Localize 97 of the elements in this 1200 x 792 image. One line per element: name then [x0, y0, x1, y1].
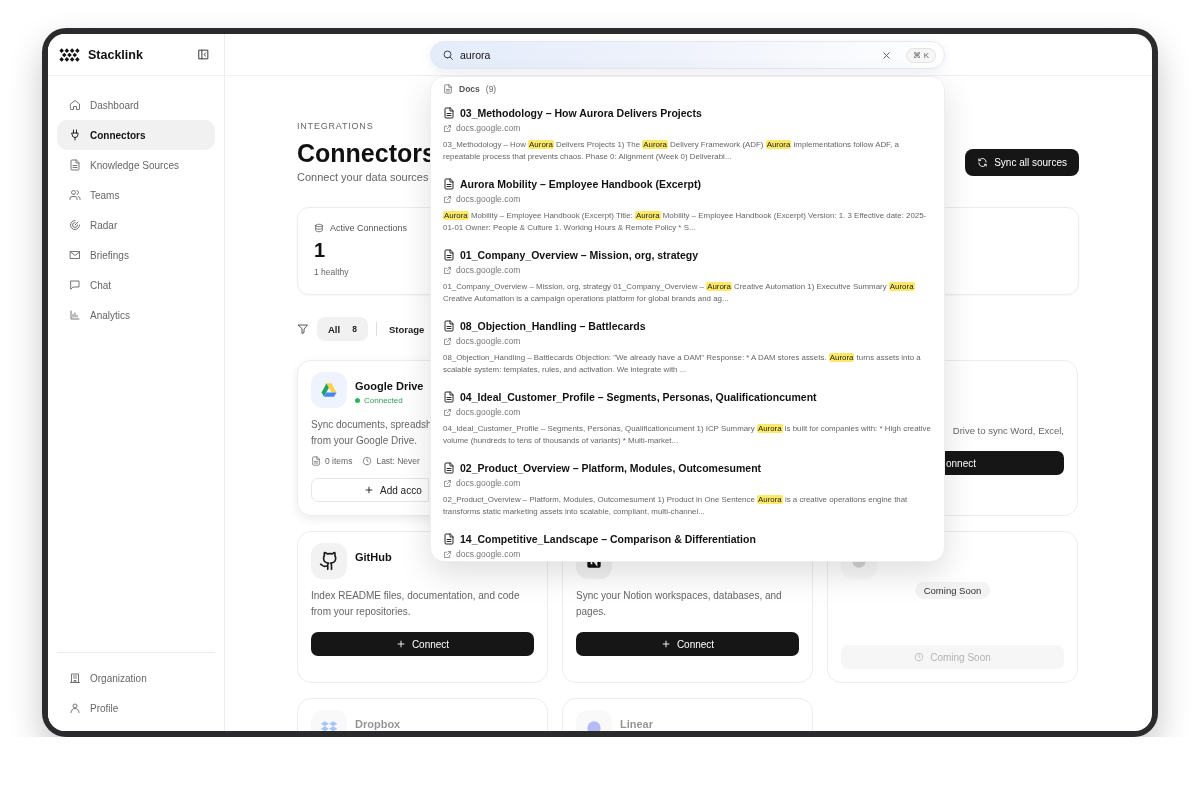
- plug-icon: [69, 129, 81, 141]
- connect-button[interactable]: onnect: [944, 451, 1064, 475]
- shortcut-hint: ⌘ K: [906, 47, 936, 63]
- person-icon: [69, 702, 81, 714]
- document-icon: [443, 320, 455, 332]
- stat-label: Active Connections: [330, 223, 408, 233]
- document-icon: [443, 83, 453, 94]
- external-link-icon: [443, 194, 452, 204]
- document-icon: [443, 107, 455, 119]
- sync-icon: [977, 157, 989, 168]
- external-link-icon: [443, 123, 452, 133]
- logo-icon: [59, 47, 80, 62]
- database-icon: [314, 223, 324, 233]
- result-title[interactable]: 08_Objection_Handling – Battlecards: [460, 320, 646, 332]
- result-count: (9): [485, 83, 497, 94]
- connect-button[interactable]: Connect: [576, 632, 799, 656]
- status-label: Connected: [364, 396, 403, 405]
- chat-bubble-icon: [69, 279, 81, 291]
- document-icon: [443, 178, 455, 190]
- external-link-icon: [443, 265, 452, 275]
- plus-icon: [660, 639, 671, 649]
- connector-name: Google Drive: [355, 380, 424, 392]
- filter-icon: [297, 323, 309, 335]
- page-title: Connectors: [297, 138, 436, 168]
- result-title[interactable]: Aurora Mobility – Employee Handbook (Excerpt): [460, 178, 701, 190]
- envelope-icon: [69, 249, 81, 261]
- panel-toggle-icon: [197, 48, 210, 61]
- nav-item[interactable]: Connectors: [57, 120, 215, 150]
- connector-description: Drive to sync Word, Excel,: [952, 424, 1064, 438]
- result-source: docs.google.com: [456, 123, 521, 133]
- nav-item[interactable]: Analytics: [57, 300, 215, 330]
- google-drive-logo: [311, 372, 347, 408]
- meta-text: 0 items: [325, 456, 353, 466]
- nav-item[interactable]: Organization: [57, 663, 215, 693]
- document-icon: [443, 249, 455, 261]
- result-source: docs.google.com: [456, 194, 521, 204]
- radar-icon: [69, 219, 81, 231]
- result-source: docs.google.com: [456, 549, 521, 559]
- sync-all-button[interactable]: Sync all sources: [965, 149, 1079, 176]
- result-title[interactable]: 04_Ideal_Customer_Profile – Segments, Personas, Qualificationcument: [460, 391, 817, 403]
- filter-tab[interactable]: Storage: [384, 317, 429, 341]
- add-account-button[interactable]: Add acco: [311, 478, 429, 502]
- document-icon: [443, 391, 455, 403]
- connector-name: GitHub: [355, 551, 392, 563]
- document-icon: [311, 456, 321, 466]
- result-source: docs.google.com: [456, 265, 521, 275]
- nav-item[interactable]: Dashboard: [57, 90, 215, 120]
- result-source: docs.google.com: [456, 336, 521, 346]
- document-icon: [443, 462, 455, 474]
- building-icon: [69, 672, 81, 684]
- connect-button[interactable]: Connect: [311, 632, 534, 656]
- search-field[interactable]: aurora ⌘ K: [430, 41, 945, 69]
- clock-icon: [362, 456, 373, 466]
- stat-value: 1: [314, 239, 326, 261]
- result-title[interactable]: 01_Company_Overview – Mission, org, strategy: [460, 249, 699, 261]
- nav-item[interactable]: Chat: [57, 270, 215, 300]
- result-title[interactable]: 02_Product_Overview – Platform, Modules, Outcomesument: [460, 462, 762, 474]
- result-source: docs.google.com: [456, 478, 521, 488]
- clear-search-button[interactable]: [881, 49, 893, 61]
- document-icon: [69, 159, 81, 171]
- nav-item[interactable]: Briefings: [57, 240, 215, 270]
- clock-icon: [914, 652, 925, 662]
- github-logo: [311, 543, 347, 579]
- search-icon: [442, 49, 454, 61]
- connector-description: Sync documents, spreadsh from your Google Drive.: [311, 418, 432, 448]
- people-icon: [69, 189, 81, 201]
- plus-icon: [395, 639, 406, 649]
- coming-soon-badge: Coming Soon: [914, 582, 991, 599]
- brand-name: Stacklink: [88, 47, 143, 62]
- house-icon: [69, 99, 81, 111]
- nav-item[interactable]: Teams: [57, 180, 215, 210]
- plus-icon: [364, 485, 374, 495]
- status-dot: [355, 398, 360, 403]
- result-source: docs.google.com: [456, 407, 521, 417]
- result-title[interactable]: 03_Methodology – How Aurora Delivers Projects: [460, 107, 702, 119]
- connector-description: Sync your Notion workspaces, databases, and pages.: [576, 589, 782, 619]
- nav-item[interactable]: Radar: [57, 210, 215, 240]
- nav-item[interactable]: Profile: [57, 693, 215, 723]
- page-subtitle: Connect your data sources: [297, 171, 430, 183]
- connector-name: Linear: [620, 718, 653, 730]
- bar-chart-icon: [69, 309, 81, 321]
- search-input[interactable]: aurora: [460, 47, 876, 63]
- connector-name: Dropbox: [355, 718, 401, 730]
- result-title[interactable]: 14_Competitive_Landscape – Comparison & Differentiation: [460, 533, 756, 545]
- document-icon: [443, 533, 455, 545]
- section-label: INTEGRATIONS: [297, 120, 375, 132]
- filter-tab[interactable]: All 8: [317, 317, 368, 341]
- external-link-icon: [443, 478, 452, 488]
- close-icon: [881, 49, 893, 61]
- external-link-icon: [443, 407, 452, 417]
- external-link-icon: [443, 549, 452, 559]
- meta-text: Last: Never: [376, 456, 420, 466]
- nav-item[interactable]: Knowledge Sources: [57, 150, 215, 180]
- stat-note: 1 healthy: [314, 267, 349, 277]
- group-label: Docs: [459, 83, 480, 94]
- connector-description: Index README files, documentation, and code from your repositories.: [311, 589, 520, 619]
- external-link-icon: [443, 336, 452, 346]
